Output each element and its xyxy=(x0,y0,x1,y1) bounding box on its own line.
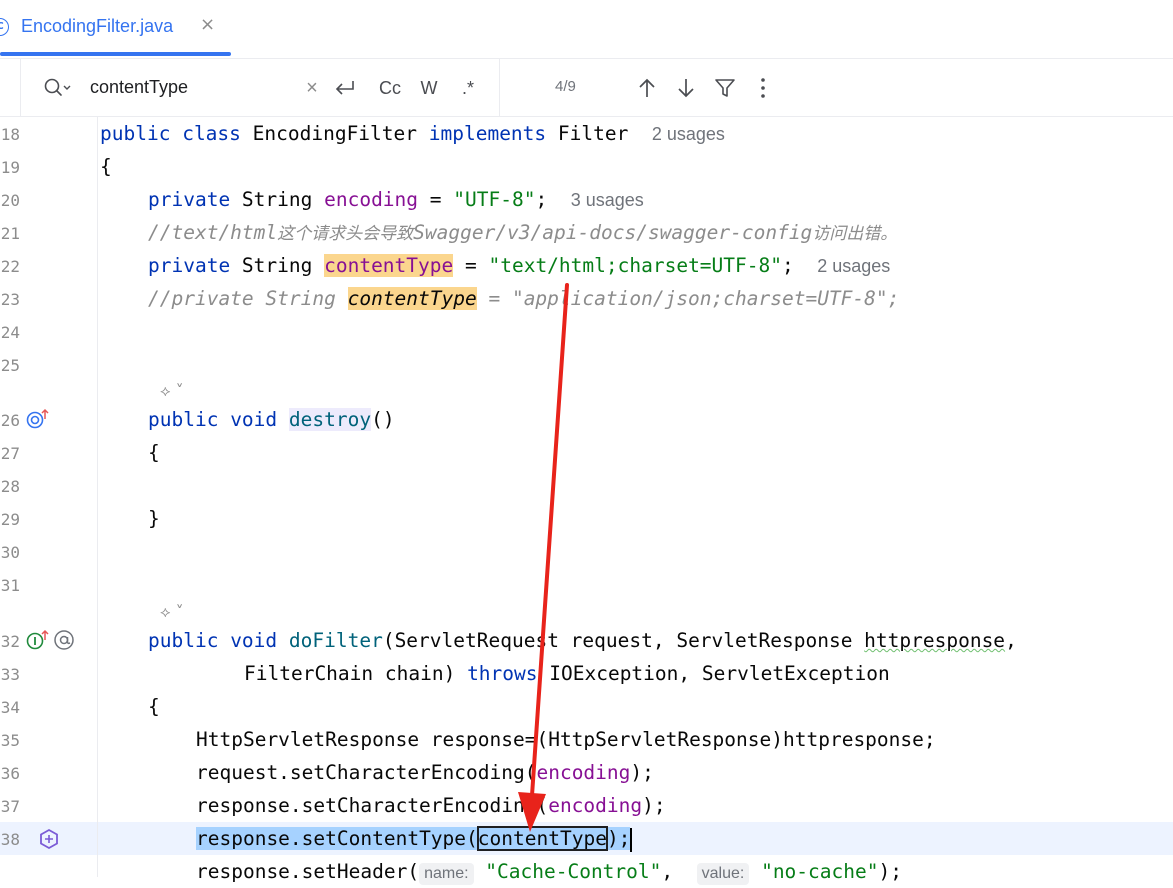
current-search-match: contentType xyxy=(476,826,608,851)
code-line-22: private String contentType = "text/html;… xyxy=(148,254,891,277)
code-line-23: //private String contentType = "applicat… xyxy=(148,287,900,310)
usages-hint[interactable]: 2 usages xyxy=(652,124,725,144)
code-line-18: public class EncodingFilter implements F… xyxy=(100,122,725,145)
code-line-33: FilterChain chain) throws IOException, S… xyxy=(244,662,890,685)
code-line-37: response.setCharacterEncoding(encoding); xyxy=(196,794,666,817)
param-hint: value: xyxy=(696,863,750,885)
code-line-36: request.setCharacterEncoding(encoding); xyxy=(196,761,654,784)
code-line-26: public void destroy() xyxy=(148,408,395,431)
code-editor[interactable]: public class EncodingFilter implements F… xyxy=(0,0,1173,885)
code-line-21: //text/html这个请求头会导致Swagger/v3/api-docs/s… xyxy=(148,221,898,244)
usages-hint[interactable]: 2 usages xyxy=(817,256,890,276)
code-line-20: private String encoding = "UTF-8"; 3 usa… xyxy=(148,188,644,211)
usages-hint[interactable]: 3 usages xyxy=(571,190,644,210)
param-hint: name: xyxy=(419,863,474,885)
code-line-32: public void doFilter(ServletRequest requ… xyxy=(148,629,1017,652)
text-caret xyxy=(630,827,633,852)
search-match: contentType xyxy=(347,287,477,310)
search-match: contentType xyxy=(324,254,454,277)
code-line-29: } xyxy=(148,507,160,530)
code-line-39: response.setHeader(name: "Cache-Control"… xyxy=(196,860,902,885)
code-line-19: { xyxy=(100,155,112,178)
code-line-34: { xyxy=(148,695,160,718)
code-line-27: { xyxy=(148,441,160,464)
code-line-35: HttpServletResponse response=(HttpServle… xyxy=(196,728,936,751)
code-line-38: response.setContentType(contentType); xyxy=(196,826,633,852)
